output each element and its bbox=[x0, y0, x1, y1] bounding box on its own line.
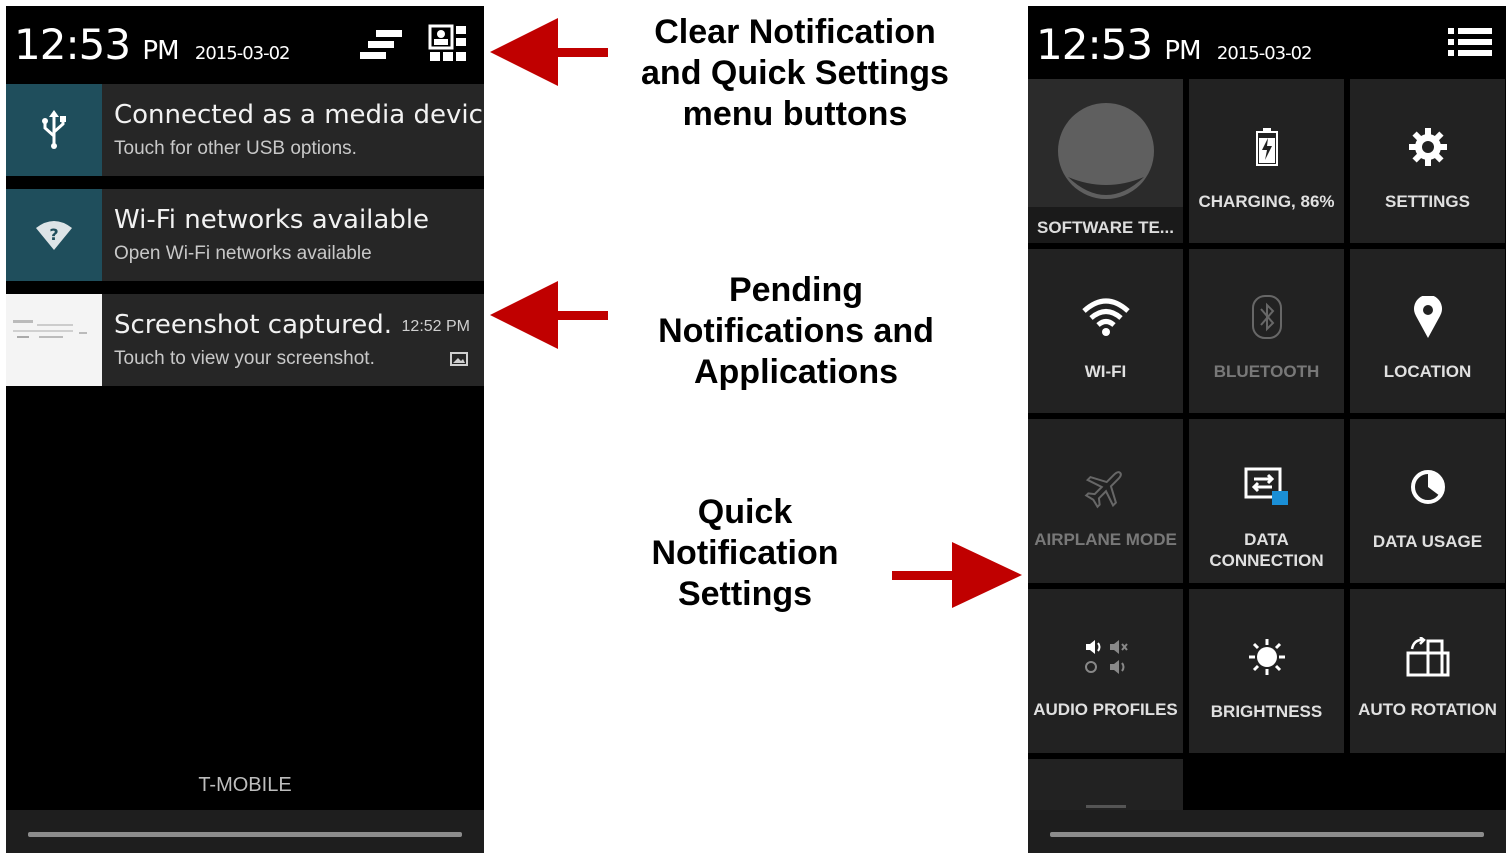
annotation-arrows bbox=[490, 18, 1022, 608]
arrow-clear bbox=[490, 18, 608, 86]
arrow-pending bbox=[490, 281, 608, 349]
arrow-quick bbox=[892, 542, 1022, 608]
